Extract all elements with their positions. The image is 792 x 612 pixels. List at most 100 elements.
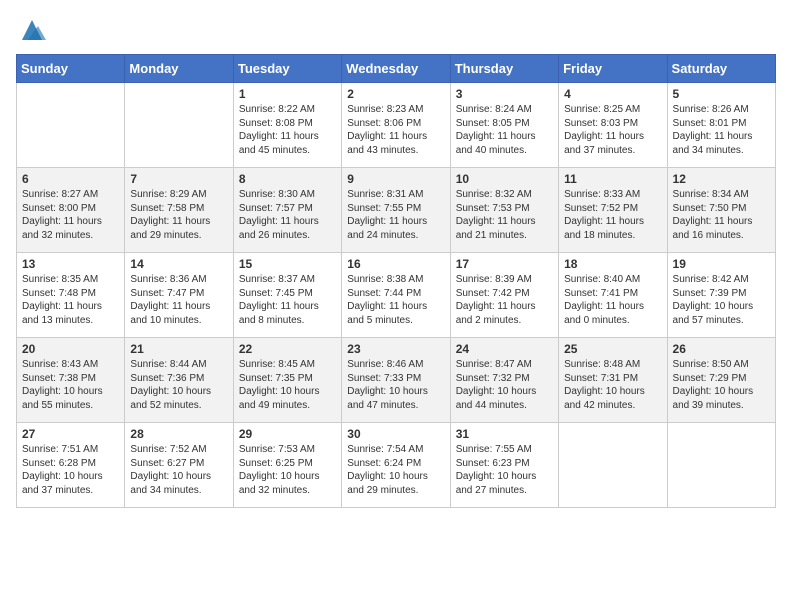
- calendar-cell: [125, 83, 233, 168]
- calendar-week-5: 27 Sunrise: 7:51 AM Sunset: 6:28 PM Dayli…: [17, 423, 776, 508]
- calendar-cell: 28Sunrise: 7:52 AM Sunset: 6:27 PM Dayli…: [125, 423, 233, 508]
- day-number: 8: [239, 172, 336, 186]
- calendar-cell: 27 Sunrise: 7:51 AM Sunset: 6:28 PM Dayli…: [17, 423, 125, 508]
- day-number: 11: [564, 172, 661, 186]
- calendar-cell: 10 Sunrise: 8:32 AM Sunset: 7:53 PM Dayli…: [450, 168, 558, 253]
- cell-content: Sunrise: 8:35 AM Sunset: 7:48 PM Dayligh…: [22, 273, 119, 327]
- cell-content: Sunrise: 8:33 AM Sunset: 7:52 PM Dayligh…: [564, 188, 661, 242]
- calendar-cell: 4Sunrise: 8:25 AM Sunset: 8:03 PM Daylig…: [559, 83, 667, 168]
- calendar-cell: 3 Sunrise: 8:24 AM Sunset: 8:05 PM Daylig…: [450, 83, 558, 168]
- day-number: 13: [22, 257, 119, 271]
- calendar-cell: 8 Sunrise: 8:30 AM Sunset: 7:57 PM Daylig…: [233, 168, 341, 253]
- day-number: 25: [564, 342, 661, 356]
- weekday-header-friday: Friday: [559, 55, 667, 83]
- calendar-cell: 29 Sunrise: 7:53 AM Sunset: 6:25 PM Dayli…: [233, 423, 341, 508]
- calendar-cell: 25 Sunrise: 8:48 AM Sunset: 7:31 PM Dayli…: [559, 338, 667, 423]
- logo: [16, 16, 46, 44]
- calendar-cell: 2 Sunrise: 8:23 AM Sunset: 8:06 PM Daylig…: [342, 83, 450, 168]
- day-number: 6: [22, 172, 119, 186]
- day-number: 26: [673, 342, 770, 356]
- cell-content: Sunrise: 8:43 AM Sunset: 7:38 PM Dayligh…: [22, 358, 119, 412]
- day-number: 10: [456, 172, 553, 186]
- cell-content: Sunrise: 8:47 AM Sunset: 7:32 PM Dayligh…: [456, 358, 553, 412]
- weekday-header-monday: Monday: [125, 55, 233, 83]
- day-number: 12: [673, 172, 770, 186]
- day-number: 4: [564, 87, 661, 101]
- day-number: 22: [239, 342, 336, 356]
- day-number: 18: [564, 257, 661, 271]
- day-number: 5: [673, 87, 770, 101]
- cell-content: Sunrise: 8:29 AM Sunset: 7:58 PM Dayligh…: [130, 188, 227, 242]
- weekday-header-thursday: Thursday: [450, 55, 558, 83]
- weekday-header-tuesday: Tuesday: [233, 55, 341, 83]
- day-number: 29: [239, 427, 336, 441]
- day-number: 2: [347, 87, 444, 101]
- cell-content: Sunrise: 8:44 AM Sunset: 7:36 PM Dayligh…: [130, 358, 227, 412]
- day-number: 7: [130, 172, 227, 186]
- cell-content: Sunrise: 8:37 AM Sunset: 7:45 PM Dayligh…: [239, 273, 336, 327]
- day-number: 15: [239, 257, 336, 271]
- cell-content: Sunrise: 8:48 AM Sunset: 7:31 PM Dayligh…: [564, 358, 661, 412]
- calendar-cell: 22 Sunrise: 8:45 AM Sunset: 7:35 PM Dayli…: [233, 338, 341, 423]
- calendar-cell: 9 Sunrise: 8:31 AM Sunset: 7:55 PM Daylig…: [342, 168, 450, 253]
- day-number: 20: [22, 342, 119, 356]
- cell-content: Sunrise: 7:51 AM Sunset: 6:28 PM Dayligh…: [22, 443, 119, 497]
- calendar-cell: 20 Sunrise: 8:43 AM Sunset: 7:38 PM Dayli…: [17, 338, 125, 423]
- calendar-week-4: 20 Sunrise: 8:43 AM Sunset: 7:38 PM Dayli…: [17, 338, 776, 423]
- calendar-cell: 19Sunrise: 8:42 AM Sunset: 7:39 PM Dayli…: [667, 253, 775, 338]
- cell-content: Sunrise: 8:31 AM Sunset: 7:55 PM Dayligh…: [347, 188, 444, 242]
- weekday-header-sunday: Sunday: [17, 55, 125, 83]
- day-number: 16: [347, 257, 444, 271]
- calendar-cell: 14 Sunrise: 8:36 AM Sunset: 7:47 PM Dayli…: [125, 253, 233, 338]
- weekday-header-saturday: Saturday: [667, 55, 775, 83]
- day-number: 27: [22, 427, 119, 441]
- calendar-cell: 15 Sunrise: 8:37 AM Sunset: 7:45 PM Dayli…: [233, 253, 341, 338]
- calendar-cell: 21 Sunrise: 8:44 AM Sunset: 7:36 PM Dayli…: [125, 338, 233, 423]
- cell-content: Sunrise: 8:45 AM Sunset: 7:35 PM Dayligh…: [239, 358, 336, 412]
- day-number: 9: [347, 172, 444, 186]
- calendar-cell: 5 Sunrise: 8:26 AM Sunset: 8:01 PM Daylig…: [667, 83, 775, 168]
- calendar-cell: 13 Sunrise: 8:35 AM Sunset: 7:48 PM Dayli…: [17, 253, 125, 338]
- calendar-cell: 31 Sunrise: 7:55 AM Sunset: 6:23 PM Dayli…: [450, 423, 558, 508]
- cell-content: Sunrise: 7:53 AM Sunset: 6:25 PM Dayligh…: [239, 443, 336, 497]
- cell-content: Sunrise: 8:42 AM Sunset: 7:39 PM Dayligh…: [673, 273, 770, 327]
- day-number: 17: [456, 257, 553, 271]
- cell-content: Sunrise: 8:34 AM Sunset: 7:50 PM Dayligh…: [673, 188, 770, 242]
- cell-content: Sunrise: 7:55 AM Sunset: 6:23 PM Dayligh…: [456, 443, 553, 497]
- cell-content: Sunrise: 7:52 AM Sunset: 6:27 PM Dayligh…: [130, 443, 227, 497]
- day-number: 21: [130, 342, 227, 356]
- calendar-week-2: 6 Sunrise: 8:27 AM Sunset: 8:00 PM Daylig…: [17, 168, 776, 253]
- cell-content: Sunrise: 8:36 AM Sunset: 7:47 PM Dayligh…: [130, 273, 227, 327]
- cell-content: Sunrise: 8:23 AM Sunset: 8:06 PM Dayligh…: [347, 103, 444, 157]
- calendar-cell: 18 Sunrise: 8:40 AM Sunset: 7:41 PM Dayli…: [559, 253, 667, 338]
- day-number: 24: [456, 342, 553, 356]
- weekday-header-row: SundayMondayTuesdayWednesdayThursdayFrid…: [17, 55, 776, 83]
- cell-content: Sunrise: 8:26 AM Sunset: 8:01 PM Dayligh…: [673, 103, 770, 157]
- calendar-cell: [667, 423, 775, 508]
- day-number: 23: [347, 342, 444, 356]
- cell-content: Sunrise: 8:39 AM Sunset: 7:42 PM Dayligh…: [456, 273, 553, 327]
- calendar-cell: 16Sunrise: 8:38 AM Sunset: 7:44 PM Dayli…: [342, 253, 450, 338]
- calendar-cell: 24 Sunrise: 8:47 AM Sunset: 7:32 PM Dayli…: [450, 338, 558, 423]
- calendar-cell: [17, 83, 125, 168]
- cell-content: Sunrise: 8:32 AM Sunset: 7:53 PM Dayligh…: [456, 188, 553, 242]
- weekday-header-wednesday: Wednesday: [342, 55, 450, 83]
- cell-content: Sunrise: 8:24 AM Sunset: 8:05 PM Dayligh…: [456, 103, 553, 157]
- calendar-cell: 17 Sunrise: 8:39 AM Sunset: 7:42 PM Dayli…: [450, 253, 558, 338]
- day-number: 14: [130, 257, 227, 271]
- calendar-table: SundayMondayTuesdayWednesdayThursdayFrid…: [16, 54, 776, 508]
- logo-icon: [18, 16, 46, 44]
- calendar-cell: 30 Sunrise: 7:54 AM Sunset: 6:24 PM Dayli…: [342, 423, 450, 508]
- cell-content: Sunrise: 8:40 AM Sunset: 7:41 PM Dayligh…: [564, 273, 661, 327]
- day-number: 31: [456, 427, 553, 441]
- calendar-week-1: 1Sunrise: 8:22 AM Sunset: 8:08 PM Daylig…: [17, 83, 776, 168]
- cell-content: Sunrise: 8:46 AM Sunset: 7:33 PM Dayligh…: [347, 358, 444, 412]
- calendar-cell: 6 Sunrise: 8:27 AM Sunset: 8:00 PM Daylig…: [17, 168, 125, 253]
- calendar-week-3: 13 Sunrise: 8:35 AM Sunset: 7:48 PM Dayli…: [17, 253, 776, 338]
- cell-content: Sunrise: 8:30 AM Sunset: 7:57 PM Dayligh…: [239, 188, 336, 242]
- day-number: 3: [456, 87, 553, 101]
- cell-content: Sunrise: 7:54 AM Sunset: 6:24 PM Dayligh…: [347, 443, 444, 497]
- day-number: 30: [347, 427, 444, 441]
- cell-content: Sunrise: 8:27 AM Sunset: 8:00 PM Dayligh…: [22, 188, 119, 242]
- calendar-cell: 12 Sunrise: 8:34 AM Sunset: 7:50 PM Dayli…: [667, 168, 775, 253]
